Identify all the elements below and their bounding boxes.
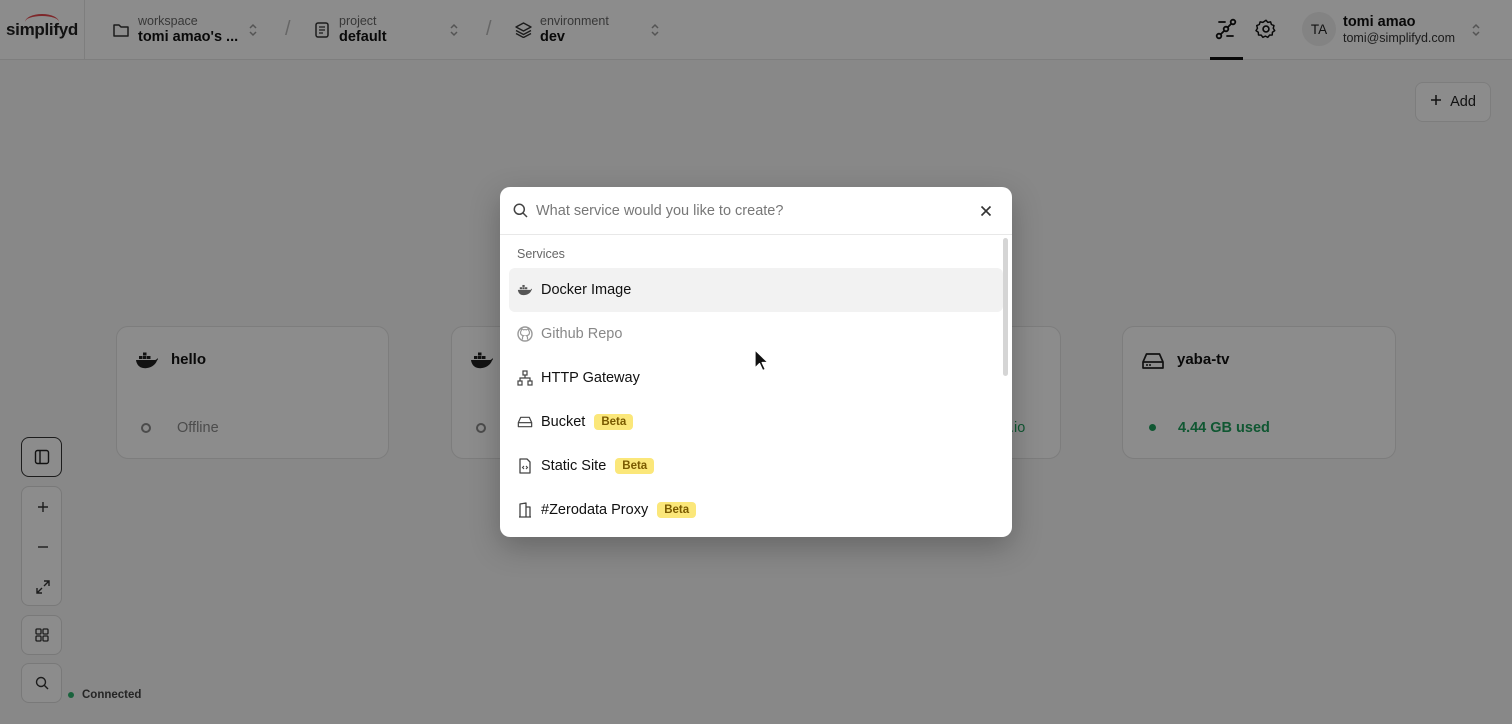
service-item-label: HTTP Gateway <box>541 370 640 386</box>
service-item-label: Static Site <box>541 458 607 474</box>
search-row <box>500 187 1012 235</box>
building-icon <box>517 502 533 518</box>
service-item-label: Github Repo <box>541 326 623 342</box>
network-icon <box>517 370 533 386</box>
close-button[interactable] <box>978 203 994 219</box>
service-item-static-site[interactable]: Static Site Beta <box>509 444 1003 488</box>
github-icon <box>517 326 533 342</box>
service-item-zerodata-proxy[interactable]: #Zerodata Proxy Beta <box>509 488 1003 532</box>
service-item-label: #Zerodata Proxy <box>541 502 649 518</box>
section-label: Services <box>517 247 565 261</box>
close-icon <box>980 205 992 217</box>
beta-badge: Beta <box>594 414 634 430</box>
file-code-icon <box>517 458 533 474</box>
service-item-label: Docker Image <box>541 282 632 298</box>
service-item-bucket[interactable]: Bucket Beta <box>509 400 1003 444</box>
docker-icon <box>517 282 533 298</box>
service-item-docker-image[interactable]: Docker Image <box>509 268 1003 312</box>
service-list: Docker Image Github Repo HTTP Gateway Bu… <box>509 268 1003 532</box>
mouse-cursor-icon <box>754 349 769 372</box>
list-scrollbar[interactable] <box>1003 238 1008 376</box>
service-item-label: Bucket <box>541 414 586 430</box>
beta-badge: Beta <box>657 502 697 518</box>
drive-icon <box>517 414 533 430</box>
service-search-input[interactable] <box>536 197 966 225</box>
beta-badge: Beta <box>615 458 655 474</box>
search-icon <box>513 203 528 218</box>
